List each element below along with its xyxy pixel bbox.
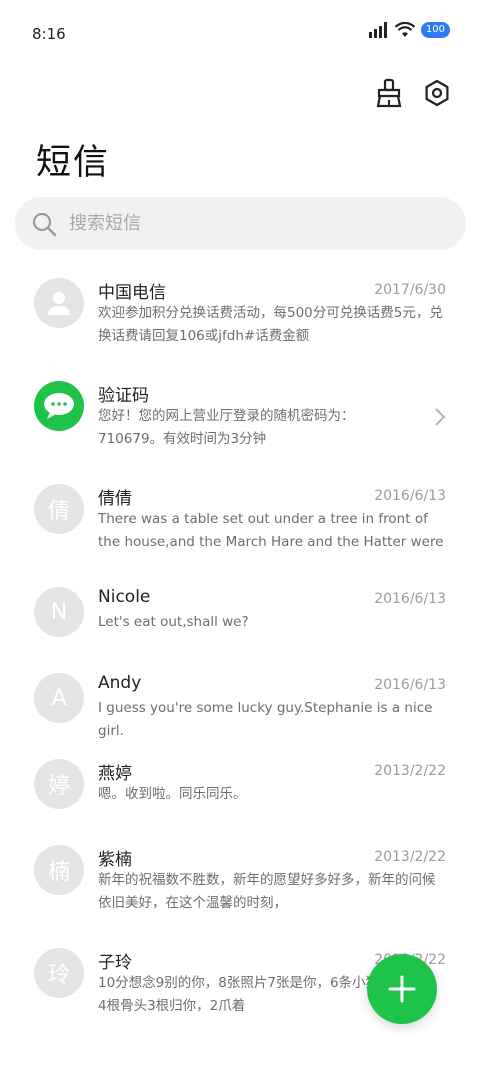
conversation-name: 子玲 bbox=[98, 953, 132, 973]
conversation-date: 2016/6/13 bbox=[374, 677, 446, 693]
conversation-date: 2017/6/30 bbox=[374, 282, 446, 298]
plus-icon bbox=[388, 975, 416, 1003]
conversation-name: 紫楠 bbox=[98, 850, 132, 870]
conversation-date: 2013/2/22 bbox=[374, 849, 446, 865]
person-icon bbox=[48, 292, 70, 315]
conversation-preview: I guess you're some lucky guy.Stephanie … bbox=[98, 700, 433, 739]
clean-button[interactable] bbox=[374, 78, 404, 108]
avatar: N bbox=[34, 587, 84, 637]
status-icons: 100 bbox=[368, 22, 450, 38]
avatar bbox=[34, 381, 84, 431]
conversation-date: 2016/6/13 bbox=[374, 591, 446, 607]
conversation-name: Nicole bbox=[98, 587, 151, 607]
conversation-date: 2013/2/22 bbox=[374, 763, 446, 779]
battery-indicator: 100 bbox=[420, 22, 450, 38]
conversation-item-andy[interactable]: A Andy 2016/6/13 I guess you're some luc… bbox=[0, 657, 480, 743]
search-icon bbox=[32, 212, 57, 236]
conversation-item-china-telecom[interactable]: 中国电信 2017/6/30 欢迎参加积分兑换话费活动，每500分可兑换话费5元… bbox=[0, 262, 480, 365]
conversation-preview: 您好！您的网上营业厅登录的随机密码为：710679。有效时间为3分钟 bbox=[98, 408, 355, 447]
conversation-preview: 欢迎参加积分兑换话费活动，每500分可兑换话费5元，兑换话费请回复106或jfd… bbox=[98, 305, 443, 344]
conversation-item-zinan[interactable]: 楠 紫楠 2013/2/22 新年的祝福数不胜数，新年的愿望好多好多，新年的问候… bbox=[0, 829, 480, 932]
page-title: 短信 bbox=[36, 143, 111, 183]
conversation-item-qianqian[interactable]: 倩 倩倩 2016/6/13 There was a table set out… bbox=[0, 468, 480, 571]
conversation-name: 燕婷 bbox=[98, 764, 132, 784]
conversation-date: 2016/6/13 bbox=[374, 488, 446, 504]
status-time: 8:16 bbox=[32, 25, 66, 43]
avatar: 楠 bbox=[34, 845, 84, 895]
settings-icon bbox=[425, 79, 449, 107]
signal-icon bbox=[368, 22, 387, 38]
settings-button[interactable] bbox=[422, 78, 452, 108]
wifi-icon bbox=[394, 22, 415, 37]
conversation-name: 验证码 bbox=[98, 386, 149, 406]
avatar: 倩 bbox=[34, 484, 84, 534]
avatar bbox=[34, 278, 84, 328]
conversation-list: 中国电信 2017/6/30 欢迎参加积分兑换话费活动，每500分可兑换话费5元… bbox=[0, 262, 480, 1035]
conversation-name: 中国电信 bbox=[98, 283, 166, 303]
conversation-preview: Let's eat out,shall we? bbox=[98, 614, 249, 630]
conversation-name: 倩倩 bbox=[98, 489, 132, 509]
conversation-item-yanting[interactable]: 婷 燕婷 2013/2/22 嗯。收到啦。同乐同乐。 bbox=[0, 743, 480, 829]
search-bar[interactable] bbox=[15, 197, 466, 250]
avatar: 玲 bbox=[34, 948, 84, 998]
top-actions bbox=[374, 78, 452, 108]
conversation-item-verification-code[interactable]: 验证码 您好！您的网上营业厅登录的随机密码为：710679。有效时间为3分钟 bbox=[0, 365, 480, 468]
new-message-button[interactable] bbox=[367, 954, 437, 1024]
avatar: 婷 bbox=[34, 759, 84, 809]
message-bubble-icon bbox=[44, 393, 74, 419]
chevron-right-icon bbox=[435, 408, 446, 426]
conversation-name: Andy bbox=[98, 673, 142, 693]
avatar: A bbox=[34, 673, 84, 723]
conversation-preview: 新年的祝福数不胜数，新年的愿望好多好多，新年的问候依旧美好，在这个温馨的时刻， bbox=[98, 872, 436, 911]
search-input[interactable] bbox=[67, 212, 431, 235]
conversation-preview: There was a table set out under a tree i… bbox=[98, 511, 444, 550]
broom-icon bbox=[376, 78, 402, 108]
status-bar: 8:16 100 bbox=[0, 0, 480, 66]
conversation-item-nicole[interactable]: N Nicole 2016/6/13 Let's eat out,shall w… bbox=[0, 571, 480, 657]
conversation-preview: 嗯。收到啦。同乐同乐。 bbox=[98, 786, 247, 802]
